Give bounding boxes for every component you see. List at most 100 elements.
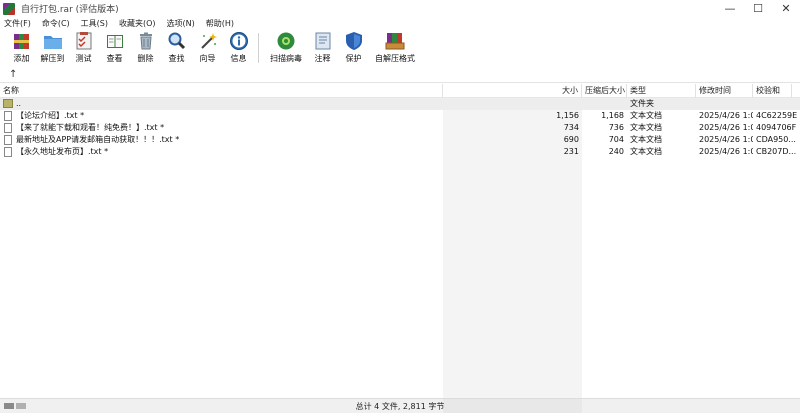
comment-button[interactable]: 注释 xyxy=(307,30,338,66)
file-size: 690 xyxy=(563,135,579,144)
file-packed: 1,168 xyxy=(601,111,624,120)
file-crc: CB207D... xyxy=(756,147,797,156)
virus-scan-label: 扫描病毒 xyxy=(270,54,302,63)
trash-can-icon xyxy=(136,31,156,51)
find-button[interactable]: 查找 xyxy=(161,30,192,66)
add-label: 添加 xyxy=(13,54,30,63)
path-bar: ↑ xyxy=(0,66,800,83)
file-modified: 2025/4/26 1:03 xyxy=(699,147,753,156)
menu-favorites[interactable]: 收藏夹(O) xyxy=(119,18,156,29)
info-button[interactable]: 信息 xyxy=(223,30,254,66)
menu-help[interactable]: 帮助(H) xyxy=(206,18,234,29)
magic-wand-icon xyxy=(198,31,218,51)
list-item[interactable]: 【来了就能下载和观看！纯免费！】.txt * 734 736 文本文档 2025… xyxy=(0,122,800,134)
comment-note-icon xyxy=(313,31,333,51)
file-name: 【论坛介绍】.txt * xyxy=(16,111,85,120)
file-modified: 2025/4/26 1:03 xyxy=(699,111,753,120)
virus-scan-icon xyxy=(276,31,296,51)
minimize-button[interactable]: — xyxy=(716,0,744,17)
file-modified: 2025/4/26 1:02 xyxy=(699,123,753,132)
file-size: 1,156 xyxy=(556,111,579,120)
toolbar-separator xyxy=(258,33,259,63)
test-label: 测试 xyxy=(75,54,92,63)
list-item[interactable]: 【永久地址发布页】.txt * 231 240 文本文档 2025/4/26 1… xyxy=(0,146,800,158)
column-header-packed[interactable]: 压缩后大小 xyxy=(582,84,627,98)
checklist-icon xyxy=(74,31,94,51)
status-bar: 总计 4 文件, 2,811 字节 xyxy=(0,398,800,413)
add-button[interactable]: 添加 xyxy=(6,30,37,66)
info-icon xyxy=(229,31,249,51)
column-header-crc[interactable]: 校验和 xyxy=(753,84,792,98)
list-item[interactable]: 【论坛介绍】.txt * 1,156 1,168 文本文档 2025/4/26 … xyxy=(0,110,800,122)
text-file-icon xyxy=(4,111,12,121)
open-book-icon xyxy=(105,31,125,51)
file-type: 文本文档 xyxy=(630,147,662,156)
sfx-label: 自解压格式 xyxy=(375,54,415,63)
file-packed: 704 xyxy=(608,135,624,144)
maximize-button[interactable]: ☐ xyxy=(744,0,772,17)
extract-to-button[interactable]: 解压到 xyxy=(37,30,68,66)
file-type: 文本文档 xyxy=(630,111,662,120)
column-header-modified[interactable]: 修改时间 xyxy=(696,84,753,98)
column-header-type[interactable]: 类型 xyxy=(627,84,696,98)
comment-label: 注释 xyxy=(314,54,331,63)
delete-label: 删除 xyxy=(137,54,154,63)
archive-books-icon xyxy=(12,31,32,51)
view-button[interactable]: 查看 xyxy=(99,30,130,66)
list-item-parent[interactable]: .. 文件夹 xyxy=(0,98,800,110)
file-name: 【来了就能下载和观看！纯免费！】.txt * xyxy=(16,123,165,132)
find-label: 查找 xyxy=(168,54,185,63)
file-type: 文本文档 xyxy=(630,135,662,144)
window-title: 自行打包.rar (评估版本) xyxy=(21,5,119,15)
sfx-archive-icon xyxy=(385,31,405,51)
menu-tools[interactable]: 工具(S) xyxy=(81,18,108,29)
file-list: .. 文件夹 【论坛介绍】.txt * 1,156 1,168 文本文档 202… xyxy=(0,98,800,398)
up-folder-icon[interactable]: ↑ xyxy=(9,69,17,80)
file-name: 【永久地址发布页】.txt * xyxy=(16,147,109,156)
view-label: 查看 xyxy=(106,54,123,63)
column-header-size[interactable]: 大小 xyxy=(443,84,582,98)
title-bar: 自行打包.rar (评估版本) — ☐ ✕ xyxy=(0,0,800,17)
file-modified: 2025/4/26 1:03 xyxy=(699,135,753,144)
file-modified xyxy=(696,98,753,110)
menu-commands[interactable]: 命令(C) xyxy=(42,18,70,29)
file-type: 文件夹 xyxy=(630,99,654,108)
file-crc: CDA950... xyxy=(756,135,796,144)
menu-options[interactable]: 选项(N) xyxy=(167,18,195,29)
shield-icon xyxy=(344,31,364,51)
sfx-button[interactable]: 自解压格式 xyxy=(369,30,421,66)
text-file-icon xyxy=(4,147,12,157)
folder-icon xyxy=(3,99,13,108)
file-size: 734 xyxy=(563,123,579,132)
wizard-button[interactable]: 向导 xyxy=(192,30,223,66)
file-name: .. xyxy=(16,99,22,108)
extract-to-label: 解压到 xyxy=(40,54,65,63)
file-size: 231 xyxy=(563,147,579,156)
winrar-app-icon xyxy=(3,2,15,15)
list-item[interactable]: 最新地址及APP请发邮箱自动获取！！！.txt * 690 704 文本文档 2… xyxy=(0,134,800,146)
text-file-icon xyxy=(4,135,12,145)
file-crc: 4C62259E xyxy=(756,111,798,120)
menu-file[interactable]: 文件(F) xyxy=(4,18,31,29)
file-packed: 736 xyxy=(608,123,624,132)
protect-button[interactable]: 保护 xyxy=(338,30,369,66)
toolbar: 添加 解压到 测试 查看 删除 查找 向导 信息 扫描病毒 注释 保护 自解压格… xyxy=(0,30,800,66)
wizard-label: 向导 xyxy=(199,54,216,63)
folder-extract-icon xyxy=(43,31,63,51)
protect-label: 保护 xyxy=(345,54,362,63)
file-name: 最新地址及APP请发邮箱自动获取！！！.txt * xyxy=(16,135,180,144)
column-header-name[interactable]: 名称 xyxy=(0,84,443,98)
file-packed: 240 xyxy=(608,147,624,156)
menu-bar: 文件(F) 命令(C) 工具(S) 收藏夹(O) 选项(N) 帮助(H) xyxy=(0,17,800,30)
file-crc: 4094706F xyxy=(756,123,797,132)
delete-button[interactable]: 删除 xyxy=(130,30,161,66)
file-type: 文本文档 xyxy=(630,123,662,132)
magnifier-icon xyxy=(167,31,187,51)
file-packed xyxy=(582,98,627,110)
virus-scan-button[interactable]: 扫描病毒 xyxy=(265,30,307,66)
test-button[interactable]: 测试 xyxy=(68,30,99,66)
file-size xyxy=(443,98,582,110)
info-label: 信息 xyxy=(230,54,247,63)
file-crc xyxy=(753,98,800,110)
close-button[interactable]: ✕ xyxy=(772,0,800,17)
